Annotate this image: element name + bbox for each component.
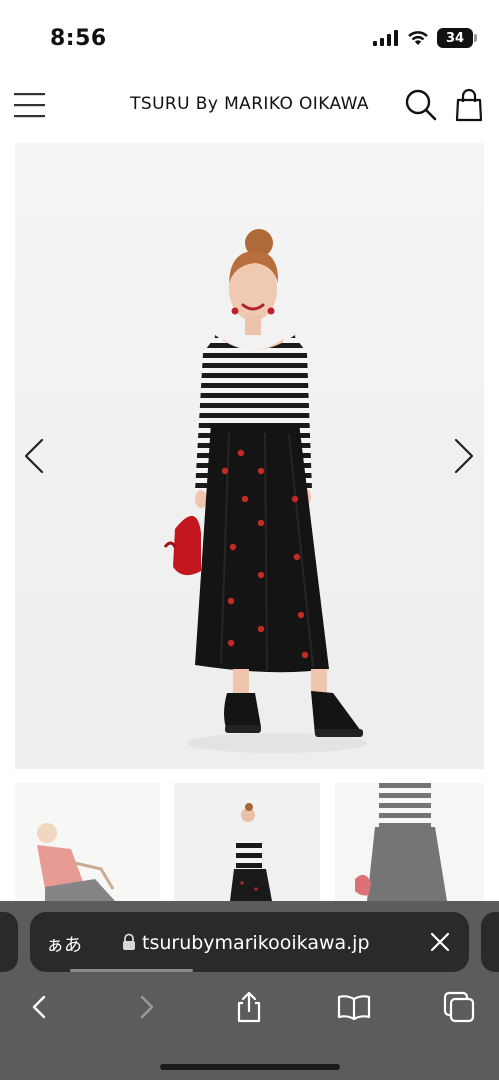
text-size-button[interactable]: ぁあ — [46, 931, 82, 957]
gallery-next-button[interactable] — [450, 436, 478, 476]
bookmarks-button[interactable] — [336, 989, 372, 1025]
url-text[interactable]: tsurubymarikooikawa.jp — [142, 932, 370, 954]
share-button[interactable] — [231, 989, 267, 1025]
book-icon — [337, 995, 371, 1021]
model-photo — [163, 229, 367, 753]
browser-toolbar — [0, 985, 499, 1029]
browser-bottom-bar: ぁあ tsurubymarikooikawa.jp — [0, 901, 499, 1080]
site-header: TSURU By MARIKO OIKAWA — [0, 72, 499, 138]
share-icon — [237, 991, 261, 1023]
thumbnail-3[interactable] — [335, 783, 484, 901]
status-icons: 34 — [373, 28, 477, 48]
thumbnail-1[interactable] — [15, 783, 160, 901]
next-tab-pill[interactable] — [481, 912, 499, 972]
forward-button[interactable] — [128, 989, 164, 1025]
cart-button[interactable] — [454, 88, 484, 122]
clear-url-button[interactable] — [428, 930, 452, 954]
product-main-image[interactable] — [15, 143, 484, 769]
chevron-right-icon — [454, 438, 474, 474]
battery-icon: 34 — [437, 28, 477, 48]
chevron-right-icon — [140, 995, 154, 1019]
lock-icon — [123, 933, 135, 950]
chevron-left-icon — [32, 995, 46, 1019]
tabs-button[interactable] — [441, 989, 477, 1025]
page-load-progress — [70, 969, 193, 972]
thumbnail-strip — [15, 783, 484, 901]
thumbnail-2[interactable] — [174, 783, 320, 901]
chevron-left-icon — [24, 438, 44, 474]
search-button[interactable] — [404, 88, 438, 122]
gallery-prev-button[interactable] — [22, 436, 50, 476]
shopping-bag-icon — [455, 88, 483, 122]
thumbnail-photo-standing — [230, 803, 272, 901]
previous-tab-pill[interactable] — [0, 912, 18, 972]
wifi-icon — [408, 31, 428, 45]
thumbnail-photo-closeup — [355, 783, 447, 901]
search-icon — [405, 89, 437, 121]
back-button[interactable] — [22, 989, 58, 1025]
close-icon — [430, 932, 450, 952]
home-indicator — [160, 1064, 340, 1070]
address-bar[interactable]: ぁあ tsurubymarikooikawa.jp — [30, 912, 469, 972]
tabs-icon — [443, 991, 475, 1023]
status-time: 8:56 — [50, 26, 107, 51]
status-bar: 8:56 34 — [0, 0, 499, 72]
cellular-signal-icon — [373, 30, 398, 46]
thumbnail-photo-seated — [37, 823, 115, 901]
